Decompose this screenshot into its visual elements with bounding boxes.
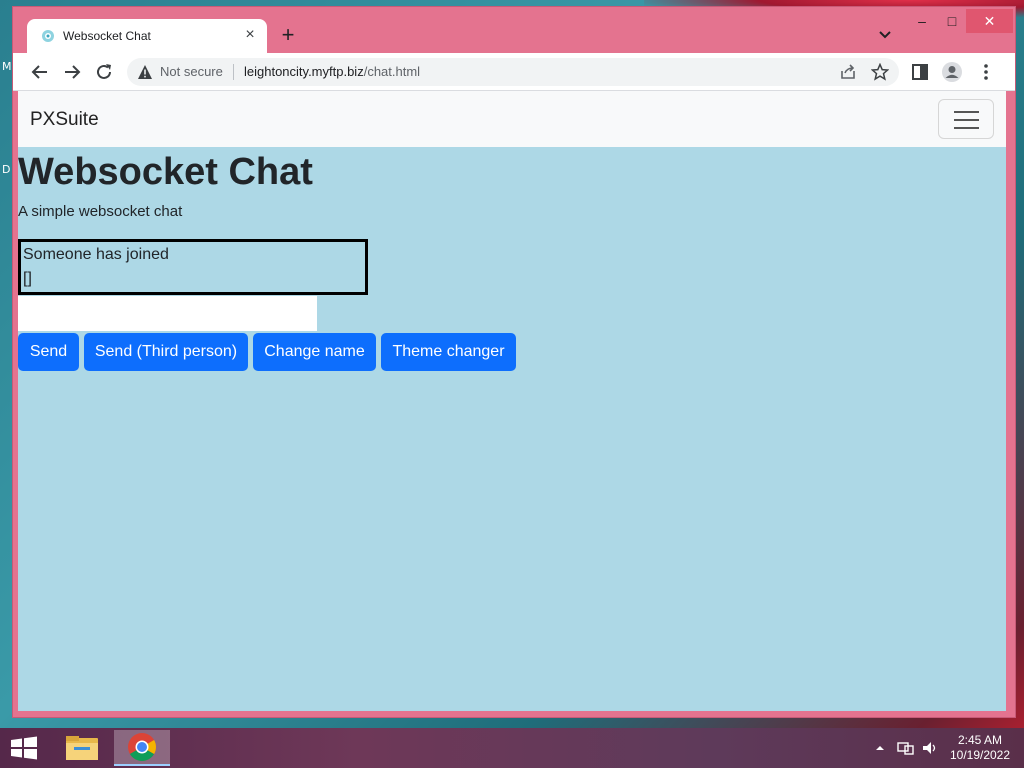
- browser-menu-kebab-icon[interactable]: [975, 61, 997, 83]
- browser-window: Websocket Chat × + – □ ✕ Not secure leig…: [12, 6, 1016, 718]
- back-arrow-icon[interactable]: [29, 61, 51, 83]
- taskbar-clock[interactable]: 2:45 AM 10/19/2022: [944, 733, 1016, 763]
- chat-message: Someone has joined: [23, 246, 169, 263]
- bookmark-star-icon[interactable]: [871, 63, 889, 81]
- send-third-person-button[interactable]: Send (Third person): [84, 333, 248, 371]
- file-explorer-taskbar-button[interactable]: [54, 730, 110, 766]
- security-status-label[interactable]: Not secure: [160, 64, 223, 79]
- theme-changer-button[interactable]: Theme changer: [381, 333, 516, 371]
- new-tab-button[interactable]: +: [277, 24, 299, 47]
- hamburger-line: [954, 127, 979, 129]
- hamburger-line: [954, 111, 979, 113]
- message-input[interactable]: [18, 296, 317, 331]
- tab-websocket-chat[interactable]: Websocket Chat ×: [27, 19, 267, 53]
- profile-avatar-icon[interactable]: [941, 61, 963, 83]
- tab-close-icon[interactable]: ×: [241, 26, 259, 44]
- share-icon[interactable]: [839, 63, 857, 81]
- chevron-up-icon[interactable]: [874, 740, 886, 756]
- windows-start-icon[interactable]: [8, 736, 40, 760]
- chat-message: []: [23, 270, 32, 287]
- network-icon[interactable]: [897, 740, 915, 756]
- tab-search-chevron-icon[interactable]: [875, 27, 895, 43]
- desktop-icon-label-fragment: D: [2, 163, 11, 176]
- send-button[interactable]: Send: [18, 333, 79, 371]
- hamburger-line: [954, 119, 979, 121]
- web-page: PXSuite Websocket Chat A simple websocke…: [18, 91, 1006, 711]
- url-divider: [233, 64, 234, 80]
- url-host: leightoncity.myftp.biz: [244, 64, 364, 79]
- globe-favicon-icon: [42, 30, 54, 42]
- clock-time: 2:45 AM: [957, 733, 1003, 747]
- tab-strip: Websocket Chat × + – □ ✕: [13, 7, 1015, 53]
- address-bar[interactable]: Not secure leightoncity.myftp.biz/chat.h…: [127, 58, 899, 86]
- navbar-brand[interactable]: PXSuite: [30, 109, 99, 131]
- chrome-icon: [128, 733, 156, 761]
- desktop-icon-label-fragment: M: [2, 60, 12, 73]
- reload-icon[interactable]: [93, 61, 115, 83]
- chat-log: Someone has joined []: [18, 239, 368, 295]
- url-text[interactable]: leightoncity.myftp.biz/chat.html: [244, 64, 420, 79]
- maximize-button[interactable]: □: [938, 9, 966, 33]
- browser-toolbar: Not secure leightoncity.myftp.biz/chat.h…: [13, 53, 1015, 91]
- page-subtitle: A simple websocket chat: [18, 203, 183, 220]
- warning-triangle-icon[interactable]: [137, 64, 153, 80]
- tab-title: Websocket Chat: [63, 29, 151, 43]
- close-window-button[interactable]: ✕: [966, 9, 1013, 33]
- change-name-button[interactable]: Change name: [253, 333, 376, 371]
- clock-date: 10/19/2022: [949, 748, 1011, 762]
- chrome-taskbar-button[interactable]: [114, 730, 170, 766]
- side-panel-icon[interactable]: [909, 61, 931, 83]
- taskbar: 2:45 AM 10/19/2022: [0, 728, 1024, 768]
- forward-arrow-icon[interactable]: [61, 61, 83, 83]
- page-title: Websocket Chat: [18, 151, 313, 193]
- folder-icon: [66, 736, 98, 760]
- volume-icon[interactable]: [921, 740, 939, 756]
- url-path: /chat.html: [363, 64, 421, 79]
- navbar-toggler-hamburger-icon[interactable]: [938, 99, 994, 139]
- minimize-button[interactable]: –: [908, 9, 936, 33]
- navbar: PXSuite: [18, 91, 1006, 147]
